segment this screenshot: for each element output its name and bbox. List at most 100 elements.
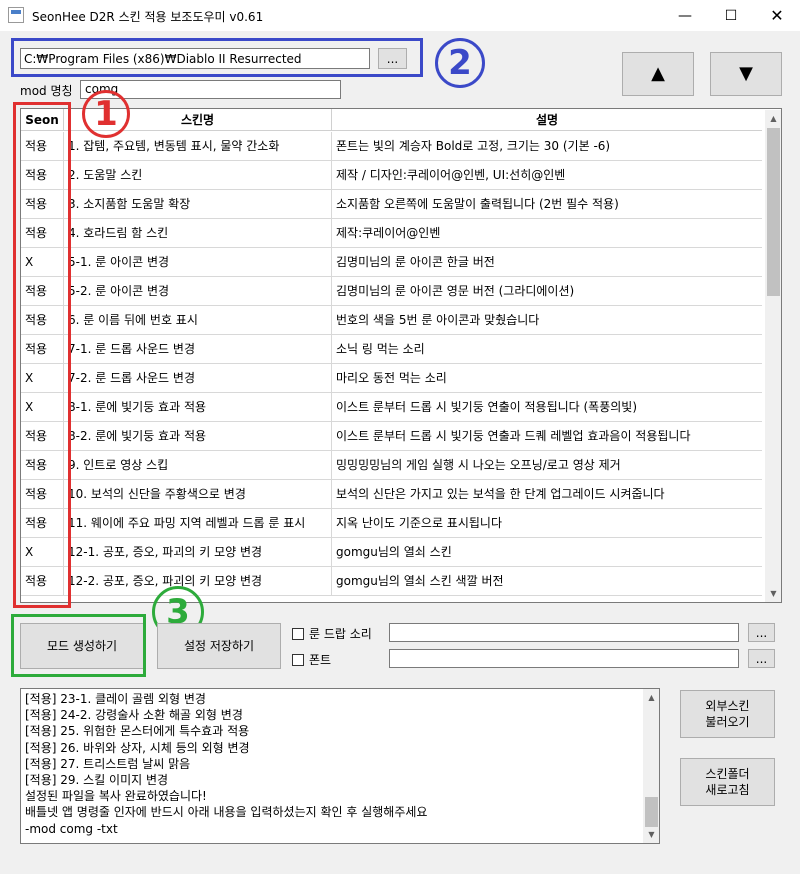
grid-rows: 적용 1. 잡템, 주요템, 변동템 표시, 물약 간소화 폰트는 빛의 계승자 B…	[21, 132, 762, 596]
cell-description: 이스트 룬부터 드롭 시 빛기둥 연출이 적용됩니다 (폭풍의빛)	[336, 400, 638, 414]
cell-description: 마리오 동전 먹는 소리	[336, 371, 447, 385]
table-row[interactable]: 적용 11. 웨이에 주요 파밍 지역 레벨과 드롭 룬 표시 지옥 난이도 기준으…	[21, 509, 762, 538]
load-external-skin-button[interactable]: 외부스킨 불러오기	[680, 690, 775, 738]
cell-description: 밍밍밍밍님의 게임 실행 시 나오는 오프닝/로고 영상 제거	[336, 458, 621, 472]
cell-description: 소지품함 오른쪽에 도움말이 출력됩니다 (2번 필수 적용)	[336, 197, 619, 211]
table-row[interactable]: 적용 10. 보석의 신단을 주황색으로 변경 보석의 신단은 가지고 있는 보석을…	[21, 480, 762, 509]
table-row[interactable]: 적용 9. 인트로 영상 스킵 밍밍밍밍님의 게임 실행 시 나오는 오프닝/로고 …	[21, 451, 762, 480]
cell-skin-name: 8-1. 룬에 빛기둥 효과 적용	[64, 393, 332, 421]
annotation-box-green	[11, 614, 146, 677]
table-row[interactable]: 적용 7-1. 룬 드롭 사운드 변경 소닉 링 먹는 소리	[21, 335, 762, 364]
annotation-box-blue	[11, 38, 423, 77]
log-line: [적용] 24-2. 강령술사 소환 해골 외형 변경	[25, 708, 243, 723]
annotation-number-1: 1	[82, 90, 130, 138]
table-row[interactable]: 적용 6. 룬 이름 뒤에 번호 표시 번호의 색을 5번 룬 아이콘과 맞췄습니다	[21, 306, 762, 335]
log-scrollbar[interactable]: ▲ ▼	[643, 689, 659, 843]
cell-description: 소닉 링 먹는 소리	[336, 342, 425, 356]
move-down-button[interactable]: ▼	[710, 52, 782, 96]
table-row[interactable]: X 8-1. 룬에 빛기둥 효과 적용 이스트 룬부터 드롭 시 빛기둥 연출이 적…	[21, 393, 762, 422]
log-lines: [적용] 23-1. 클레이 골렘 외형 변경 [적용] 24-2. 강령술사 소…	[25, 691, 641, 837]
cell-description: gomgu님의 열쇠 스킨 색깔 버전	[336, 574, 504, 588]
log-line: [적용] 23-1. 클레이 골렘 외형 변경	[25, 692, 206, 706]
log-line: [적용] 25. 위험한 몬스터에게 특수효과 적용	[25, 724, 250, 739]
rune-drop-sound-option[interactable]: 룬 드랍 소리	[292, 625, 372, 642]
log-output[interactable]: [적용] 23-1. 클레이 골렘 외형 변경 [적용] 24-2. 강령술사 소…	[20, 688, 660, 844]
refresh-skin-folder-button[interactable]: 스킨폴더 새로고침	[680, 758, 775, 806]
cell-skin-name: 10. 보석의 신단을 주황색으로 변경	[64, 480, 332, 508]
cell-skin-name: 7-1. 룬 드롭 사운드 변경	[64, 335, 332, 363]
log-line: -mod comg -txt	[25, 821, 118, 836]
log-line: 배틀넷 앱 명령줄 인자에 반드시 아래 내용을 입력하셨는지 확인 후 실행해…	[25, 805, 428, 820]
annotation-number-2: 2	[435, 38, 485, 88]
log-line: 설정된 파일을 복사 완료하였습니다!	[25, 789, 207, 804]
table-row[interactable]: 적용 3. 소지품함 도움말 확장 소지품함 오른쪽에 도움말이 출력됩니다 (2번…	[21, 190, 762, 219]
load-external-skin-label-2: 불러오기	[705, 715, 750, 729]
cell-skin-name: 7-2. 룬 드롭 사운드 변경	[64, 364, 332, 392]
table-row[interactable]: X 5-1. 룬 아이콘 변경 김명미님의 룬 아이콘 한글 버전	[21, 248, 762, 277]
font-label: 폰트	[309, 653, 332, 667]
cell-skin-name: 2. 도움말 스킨	[64, 161, 332, 189]
cell-skin-name: 12-2. 공포, 증오, 파괴의 키 모양 변경	[64, 567, 332, 595]
cell-skin-name: 5-2. 룬 아이콘 변경	[64, 277, 332, 305]
log-line: [적용] 29. 스킬 이미지 변경	[25, 772, 169, 787]
log-line: [적용] 26. 바위와 상자, 시체 등의 외형 변경	[25, 740, 250, 755]
cell-description: 지옥 난이도 기준으로 표시됩니다	[336, 516, 503, 530]
font-option[interactable]: 폰트	[292, 651, 331, 668]
table-row[interactable]: X 7-2. 룬 드롭 사운드 변경 마리오 동전 먹는 소리	[21, 364, 762, 393]
cell-skin-name: 12-1. 공포, 증오, 파괴의 키 모양 변경	[64, 538, 332, 566]
cell-description: 이스트 룬부터 드롭 시 빛기둥 연출과 드퀘 레벨업 효과음이 적용됩니다	[336, 429, 691, 443]
log-scroll-thumb[interactable]	[645, 797, 658, 827]
load-external-skin-label-1: 외부스킨	[705, 699, 750, 713]
cell-skin-name: 9. 인트로 영상 스킵	[64, 451, 332, 479]
cell-skin-name: 6. 룬 이름 뒤에 번호 표시	[64, 306, 332, 334]
close-button[interactable]: ✕	[754, 0, 800, 31]
cell-skin-name: 4. 호라드림 함 스킨	[64, 219, 332, 247]
rune-drop-sound-label: 룬 드랍 소리	[309, 627, 372, 641]
grid-scrollbar[interactable]: ▲ ▼	[765, 110, 781, 602]
table-row[interactable]: 적용 5-2. 룬 아이콘 변경 김명미님의 룬 아이콘 영문 버전 (그라디에이션…	[21, 277, 762, 306]
table-row[interactable]: 적용 2. 도움말 스킨 제작 / 디자인:쿠레이어@인벤, UI:선히@인벤	[21, 161, 762, 190]
table-row[interactable]: 적용 8-2. 룬에 빛기둥 효과 적용 이스트 룬부터 드롭 시 빛기둥 연출과 …	[21, 422, 762, 451]
minimize-button[interactable]: —	[662, 0, 708, 31]
rune-drop-sound-browse-button[interactable]: ...	[748, 623, 775, 642]
scroll-up-icon[interactable]: ▲	[765, 110, 781, 127]
annotation-box-red	[13, 102, 71, 608]
log-scroll-down-icon[interactable]: ▼	[643, 826, 659, 843]
grid-header: Seon 스킨명 설명	[21, 109, 762, 131]
scroll-down-icon[interactable]: ▼	[765, 585, 781, 602]
scroll-thumb[interactable]	[767, 128, 780, 296]
font-checkbox[interactable]	[292, 653, 304, 666]
font-file-input[interactable]	[389, 649, 739, 668]
rune-drop-sound-checkbox[interactable]	[292, 627, 304, 640]
log-line: [적용] 27. 트리스트럼 날씨 맑음	[25, 756, 191, 771]
skin-list-grid[interactable]: Seon 스킨명 설명 적용 1. 잡템, 주요템, 변동템 표시, 물약 간소화…	[20, 108, 782, 603]
refresh-skin-folder-label-2: 새로고침	[705, 783, 750, 797]
log-scroll-up-icon[interactable]: ▲	[643, 689, 659, 706]
cell-description: 제작 / 디자인:쿠레이어@인벤, UI:선히@인벤	[336, 168, 566, 182]
maximize-button[interactable]: ☐	[708, 0, 754, 31]
refresh-skin-folder-label-1: 스킨폴더	[705, 767, 750, 781]
cell-skin-name: 8-2. 룬에 빛기둥 효과 적용	[64, 422, 332, 450]
cell-description: 제작:쿠레이어@인벤	[336, 226, 441, 240]
cell-skin-name: 3. 소지품함 도움말 확장	[64, 190, 332, 218]
cell-skin-name: 11. 웨이에 주요 파밍 지역 레벨과 드롭 룬 표시	[64, 509, 332, 537]
app-icon	[8, 7, 24, 23]
rune-drop-sound-file-input[interactable]	[389, 623, 739, 642]
save-settings-button[interactable]: 설정 저장하기	[157, 623, 281, 669]
cell-description: 번호의 색을 5번 룬 아이콘과 맞췄습니다	[336, 313, 540, 327]
font-browse-button[interactable]: ...	[748, 649, 775, 668]
cell-skin-name: 5-1. 룬 아이콘 변경	[64, 248, 332, 276]
cell-description: gomgu님의 열쇠 스킨	[336, 545, 452, 559]
column-header-description[interactable]: 설명	[332, 109, 762, 131]
cell-description: 보석의 신단은 가지고 있는 보석을 한 단계 업그레이드 시켜줍니다	[336, 487, 665, 501]
move-up-button[interactable]: ▲	[622, 52, 694, 96]
mod-name-label: mod 명칭	[20, 84, 73, 98]
title-bar: SeonHee D2R 스킨 적용 보조도우미 v0.61 — ☐ ✕	[0, 0, 800, 31]
window-title: SeonHee D2R 스킨 적용 보조도우미 v0.61	[32, 10, 264, 24]
cell-description: 김명미님의 룬 아이콘 한글 버전	[336, 255, 495, 269]
table-row[interactable]: X 12-1. 공포, 증오, 파괴의 키 모양 변경 gomgu님의 열쇠 스킨	[21, 538, 762, 567]
table-row[interactable]: 적용 4. 호라드림 함 스킨 제작:쿠레이어@인벤	[21, 219, 762, 248]
table-row[interactable]: 적용 1. 잡템, 주요템, 변동템 표시, 물약 간소화 폰트는 빛의 계승자 B…	[21, 132, 762, 161]
cell-description: 폰트는 빛의 계승자 Bold로 고정, 크기는 30 (기본 -6)	[336, 139, 611, 153]
table-row[interactable]: 적용 12-2. 공포, 증오, 파괴의 키 모양 변경 gomgu님의 열쇠 스킨…	[21, 567, 762, 596]
